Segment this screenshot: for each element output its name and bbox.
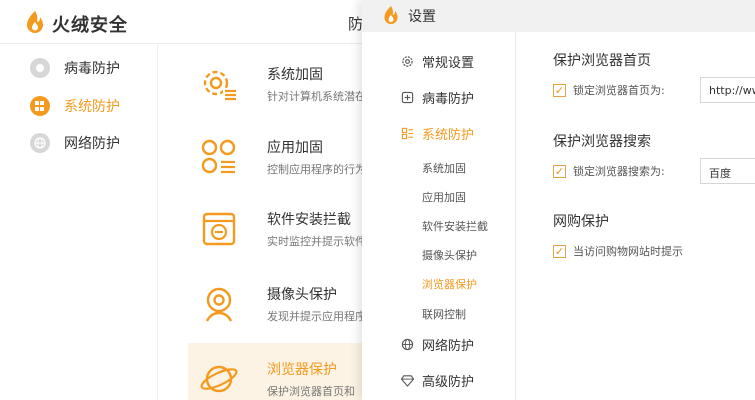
main-sidebar: 病毒防护 系统防护 网络防护	[0, 44, 158, 400]
feature-name: 软件安装拦截	[267, 212, 351, 228]
settings-titlebar: 设置	[362, 0, 755, 32]
sub-item-network-control[interactable]: 联网控制	[422, 306, 466, 322]
settings-sidebar: 常规设置 病毒防护 系统防护 系统加固 应用加固 软件安装拦截 摄像头保护 浏览…	[362, 32, 516, 400]
webcam-icon	[205, 287, 233, 322]
page-title: 防	[348, 15, 364, 33]
sidebar-item-label: 常规设置	[422, 55, 475, 71]
planet-icon	[200, 365, 238, 393]
sidebar-item-label: 高级防护	[422, 374, 475, 390]
nav-network-protection[interactable]: 网络防护	[30, 131, 120, 155]
huorong-logo-icon	[384, 6, 398, 24]
sidebar-item-network[interactable]: 网络防护	[400, 333, 474, 355]
plus-box-icon	[400, 90, 414, 104]
main-app-window: 火绒安全 防 病毒防护 系统防护 网络防护 系统加固 针对计算机系统潜在 应用加…	[0, 0, 380, 400]
gear-icon	[400, 54, 414, 68]
option-lock-search[interactable]: ✓ 锁定浏览器搜索为:	[553, 162, 665, 180]
feature-desc: 针对计算机系统潜在	[267, 90, 366, 103]
section-title-shopping: 网购保护	[553, 214, 609, 230]
sub-item-webcam[interactable]: 摄像头保护	[422, 247, 477, 263]
sidebar-item-system[interactable]: 系统防护	[400, 122, 474, 144]
option-label: 锁定浏览器搜索为:	[573, 165, 665, 178]
nav-label: 病毒防护	[64, 61, 120, 77]
option-label: 锁定浏览器首页为:	[573, 84, 665, 97]
checkbox-shopping-alert[interactable]: ✓	[553, 244, 566, 258]
sub-item-app-hardening[interactable]: 应用加固	[422, 189, 466, 205]
feature-desc: 控制应用程序的行为	[267, 163, 366, 176]
sidebar-item-general[interactable]: 常规设置	[400, 50, 474, 72]
feature-desc: 保护浏览器首页和	[267, 385, 355, 398]
huorong-logo-icon	[27, 11, 43, 33]
app-titlebar: 火绒安全 防	[0, 0, 380, 44]
globe-icon	[400, 337, 414, 351]
sidebar-item-label: 系统防护	[422, 127, 475, 143]
checkbox-lock-search[interactable]: ✓	[553, 164, 566, 178]
settings-title: 设置	[408, 9, 436, 25]
option-lock-homepage[interactable]: ✓ 锁定浏览器首页为:	[553, 81, 665, 99]
brand-name: 火绒安全	[52, 15, 128, 36]
feature-name: 应用加固	[267, 140, 323, 156]
install-box-icon	[202, 212, 236, 246]
nav-label: 系统防护	[64, 99, 120, 115]
sidebar-item-virus[interactable]: 病毒防护	[400, 86, 474, 108]
globe-icon	[30, 133, 50, 153]
feature-name: 浏览器保护	[267, 362, 337, 378]
nav-virus-protection[interactable]: 病毒防护	[30, 56, 120, 80]
feature-desc: 实时监控并提示软件	[267, 235, 366, 248]
sidebar-item-label: 病毒防护	[422, 91, 475, 107]
gear-list-icon	[203, 70, 237, 101]
diamond-icon	[400, 373, 414, 387]
grid-icon	[400, 126, 414, 140]
sub-item-system-hardening[interactable]: 系统加固	[422, 160, 466, 176]
apps-list-icon	[201, 139, 236, 174]
screen: 火绒安全 防 病毒防护 系统防护 网络防护 系统加固 针对计算机系统潜在 应用加…	[0, 0, 755, 400]
option-label: 当访问购物网站时提示	[573, 245, 683, 258]
homepage-url-input[interactable]: http://ww	[700, 77, 755, 103]
settings-window: 设置 常规设置 病毒防护 系统防护 系统加固 应用加固 软件安装拦截 摄像头保护…	[362, 0, 755, 400]
section-title-search: 保护浏览器搜索	[553, 134, 651, 150]
nav-system-protection[interactable]: 系统防护	[30, 94, 120, 118]
search-engine-select[interactable]: 百度	[700, 158, 755, 184]
feature-desc: 发现并提示应用程序	[267, 310, 366, 323]
checkbox-lock-homepage[interactable]: ✓	[553, 83, 566, 97]
nav-label: 网络防护	[64, 136, 120, 152]
settings-content: 保护浏览器首页 ✓ 锁定浏览器首页为: http://ww 保护浏览器搜索 ✓ …	[517, 32, 755, 400]
section-title-homepage: 保护浏览器首页	[553, 53, 651, 69]
sub-item-install-block[interactable]: 软件安装拦截	[422, 218, 488, 234]
windows-icon	[30, 96, 50, 116]
sub-item-browser[interactable]: 浏览器保护	[422, 276, 477, 292]
sidebar-item-advanced[interactable]: 高级防护	[400, 369, 474, 391]
feature-name: 系统加固	[267, 67, 323, 83]
sidebar-item-label: 网络防护	[422, 338, 475, 354]
option-shopping-alert[interactable]: ✓ 当访问购物网站时提示	[553, 242, 683, 260]
shield-disc-icon	[30, 58, 50, 78]
feature-name: 摄像头保护	[267, 287, 337, 303]
